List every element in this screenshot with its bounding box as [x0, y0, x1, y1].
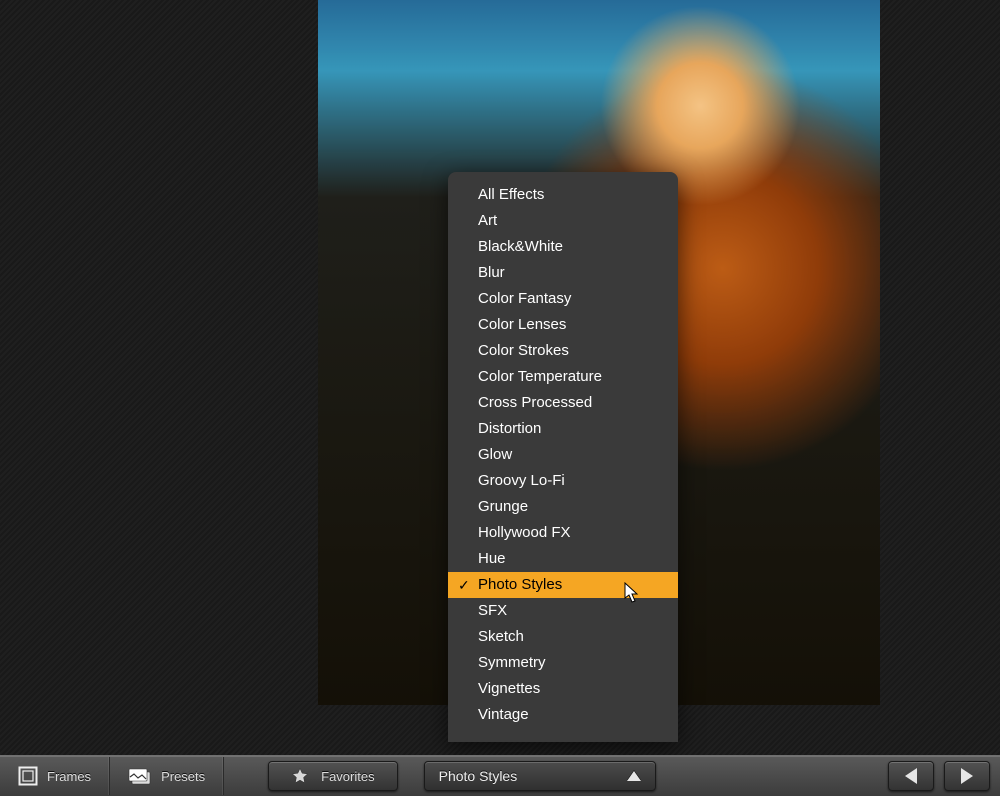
effects-menu-item-label: Blur: [478, 264, 505, 281]
effects-menu-item-label: Glow: [478, 446, 512, 463]
effects-menu-item[interactable]: Vintage: [448, 702, 678, 728]
effects-menu-item[interactable]: Color Temperature: [448, 364, 678, 390]
effects-menu-item[interactable]: Hollywood FX: [448, 520, 678, 546]
effects-menu-item-label: Symmetry: [478, 654, 546, 671]
frames-icon: [18, 766, 38, 786]
triangle-right-icon: [961, 768, 973, 784]
effects-menu-item-label: Grunge: [478, 498, 528, 515]
effects-menu-item[interactable]: All Effects: [448, 182, 678, 208]
effects-menu-item[interactable]: Art: [448, 208, 678, 234]
chevron-up-icon: [627, 771, 641, 781]
effects-menu-item[interactable]: Color Fantasy: [448, 286, 678, 312]
effects-dropdown-label: Photo Styles: [439, 768, 518, 784]
effects-menu-item[interactable]: Distortion: [448, 416, 678, 442]
effects-dropdown[interactable]: Photo Styles: [424, 761, 656, 791]
effects-menu-item[interactable]: Hue: [448, 546, 678, 572]
triangle-left-icon: [905, 768, 917, 784]
effects-menu-item[interactable]: Glow: [448, 442, 678, 468]
effects-menu-item-label: Color Strokes: [478, 342, 569, 359]
presets-button[interactable]: Presets: [110, 757, 224, 795]
presets-label: Presets: [161, 769, 205, 784]
effects-menu-item[interactable]: Groovy Lo-Fi: [448, 468, 678, 494]
effects-menu-item-label: Color Fantasy: [478, 290, 571, 307]
frames-button[interactable]: Frames: [0, 757, 110, 795]
prev-button[interactable]: [888, 761, 934, 791]
effects-menu-item-label: Hollywood FX: [478, 524, 571, 541]
effects-menu-item-label: Black&White: [478, 238, 563, 255]
frames-label: Frames: [47, 769, 91, 784]
favorites-button[interactable]: Favorites: [268, 761, 397, 791]
effects-menu-item[interactable]: Black&White: [448, 234, 678, 260]
effects-category-menu[interactable]: All Effects Art Black&White Blur Color Fanta…: [448, 172, 678, 742]
effects-menu-item-label: Distortion: [478, 420, 541, 437]
effects-menu-item-label: Vintage: [478, 706, 529, 723]
next-button[interactable]: [944, 761, 990, 791]
effects-menu-item-label: Hue: [478, 550, 506, 567]
effects-menu-item[interactable]: ✓ Photo Styles: [448, 572, 678, 598]
effects-menu-item-label: Sketch: [478, 628, 524, 645]
effects-menu-item[interactable]: Color Strokes: [448, 338, 678, 364]
effects-menu-item-label: Groovy Lo-Fi: [478, 472, 565, 489]
effects-menu-item[interactable]: Color Lenses: [448, 312, 678, 338]
effects-menu-item[interactable]: Vignettes: [448, 676, 678, 702]
effects-menu-item-label: Art: [478, 212, 497, 229]
presets-icon: [128, 767, 152, 785]
effects-menu-item[interactable]: SFX: [448, 598, 678, 624]
effects-menu-item-label: Photo Styles: [478, 576, 562, 593]
effects-menu-item-label: SFX: [478, 602, 507, 619]
effects-menu-item-label: Color Lenses: [478, 316, 566, 333]
star-icon: [291, 767, 309, 785]
favorites-label: Favorites: [321, 769, 374, 784]
effects-menu-item-label: Vignettes: [478, 680, 540, 697]
bottom-toolbar: Frames Presets Favorites Photo Styles: [0, 755, 1000, 796]
effects-menu-item[interactable]: Symmetry: [448, 650, 678, 676]
effects-menu-item[interactable]: Cross Processed: [448, 390, 678, 416]
effects-menu-item[interactable]: Sketch: [448, 624, 678, 650]
effects-menu-item[interactable]: Blur: [448, 260, 678, 286]
effects-menu-item-label: All Effects: [478, 186, 544, 203]
effects-menu-item[interactable]: Grunge: [448, 494, 678, 520]
effects-menu-item-label: Color Temperature: [478, 368, 602, 385]
checkmark-icon: ✓: [458, 575, 470, 595]
effects-menu-item-label: Cross Processed: [478, 394, 592, 411]
